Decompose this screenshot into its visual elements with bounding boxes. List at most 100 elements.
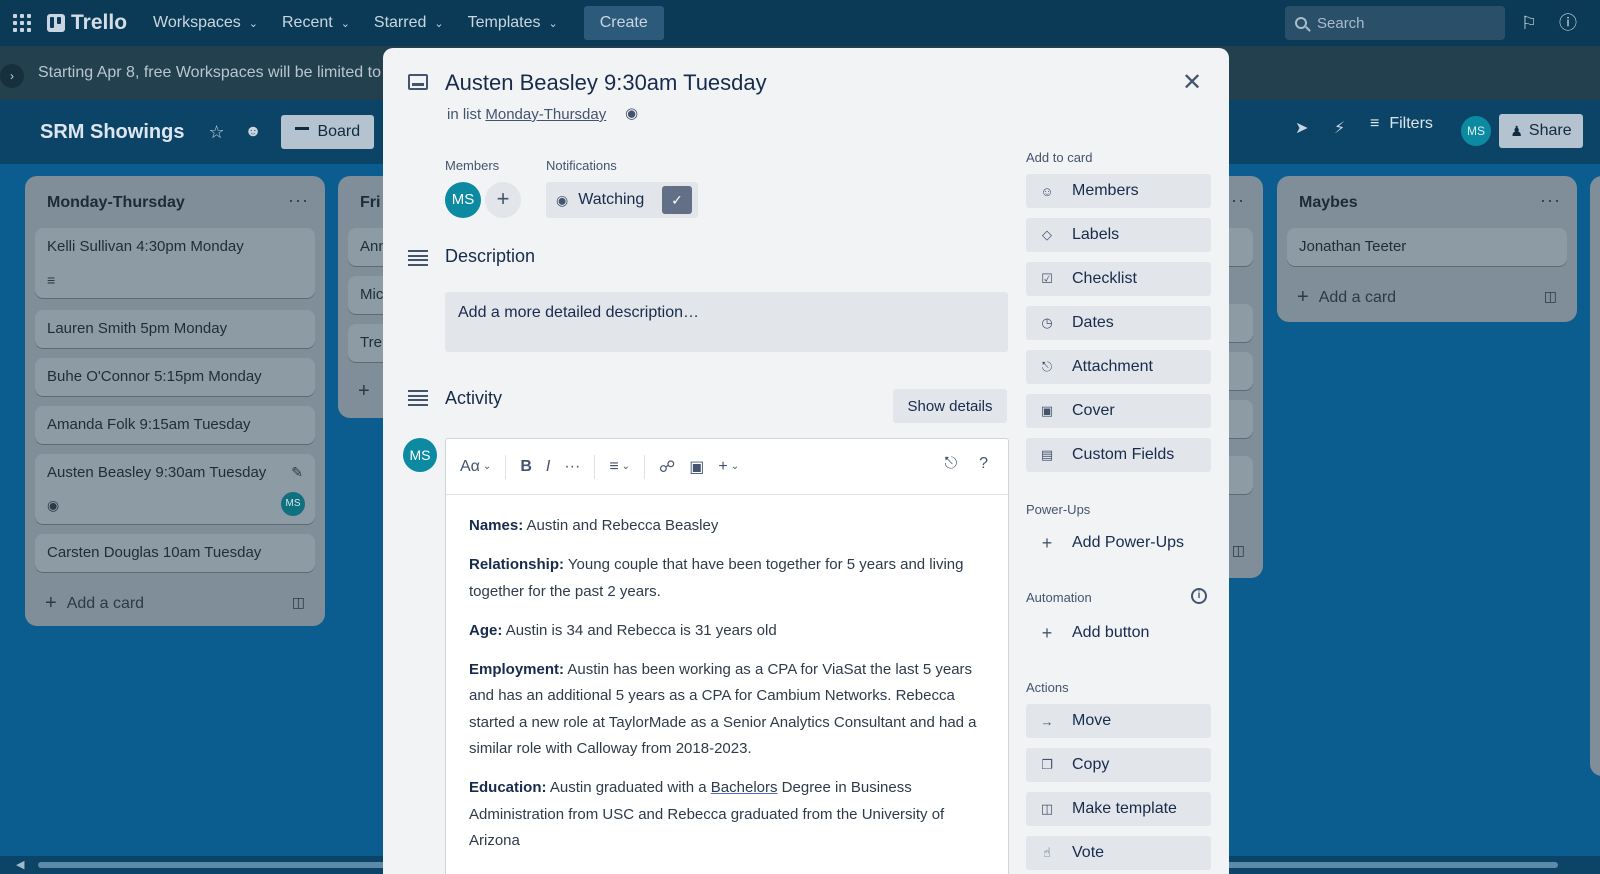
template-icon[interactable]: ◫	[292, 594, 305, 611]
arrow-right-icon: →	[1040, 713, 1054, 729]
card-title: Austen Beasley 9:30am Tuesday	[47, 464, 267, 481]
nav-starred[interactable]: Starred ⌄	[362, 7, 456, 39]
card-icon	[408, 74, 428, 90]
card[interactable]: Jonathan Teeter	[1287, 228, 1567, 266]
app-switcher-icon[interactable]	[13, 14, 31, 32]
nav-menu: Workspaces ⌄ Recent ⌄ Starred ⌄ Templates ⌄	[141, 7, 570, 39]
members-button[interactable]: ☺ Members	[1026, 174, 1211, 208]
button-label: Move	[1072, 712, 1112, 729]
list-title[interactable]: Monday-Thursday	[47, 194, 185, 212]
copy-button[interactable]: ❐ Copy	[1026, 748, 1211, 782]
nav-workspaces[interactable]: Workspaces ⌄	[141, 7, 270, 39]
close-icon[interactable]: ✕	[1177, 68, 1207, 98]
button-label: Labels	[1072, 226, 1120, 243]
show-details-button[interactable]: Show details	[893, 389, 1007, 423]
button-label: Add Power-Ups	[1072, 534, 1185, 551]
visibility-icon[interactable]: ☻	[245, 123, 262, 141]
checklist-button[interactable]: ☑ Checklist	[1026, 262, 1211, 296]
plus-icon: +	[1041, 532, 1053, 553]
share-button[interactable]: ♟ Share	[1499, 114, 1583, 148]
watch-button[interactable]: ◉ Watching ✓	[546, 182, 698, 218]
vote-button[interactable]: ☝ Vote	[1026, 836, 1211, 870]
sidebar-expand-icon[interactable]: ›	[0, 64, 24, 88]
board-title[interactable]: SRM Showings	[40, 121, 184, 144]
attachment-icon[interactable]: ⎋	[944, 455, 957, 473]
attachment-button[interactable]: ⎋ Attachment	[1026, 350, 1211, 384]
toolbar-right: ⎋ ?	[944, 455, 988, 473]
list-title[interactable]: Maybes	[1299, 194, 1358, 212]
field-label: Employment:	[469, 660, 565, 678]
add-card-button[interactable]: + Add a card	[45, 592, 144, 615]
insert-icon[interactable]: + ⌄	[718, 458, 739, 476]
board-view-icon	[295, 127, 310, 137]
board-member-avatar[interactable]: MS	[1461, 116, 1491, 146]
field-text: Austin graduated with a	[549, 779, 707, 796]
labels-button[interactable]: ◇ Labels	[1026, 218, 1211, 252]
info-icon[interactable]: i	[1191, 588, 1207, 604]
template-icon[interactable]: ◫	[1544, 288, 1557, 305]
text-style-button[interactable]: Aα ⌄	[460, 458, 491, 476]
add-power-ups-button[interactable]: + Add Power-Ups	[1026, 526, 1211, 560]
list-link[interactable]: Monday-Thursday	[485, 106, 606, 123]
button-label: Make template	[1072, 800, 1177, 817]
italic-icon[interactable]: I	[546, 458, 550, 476]
link-icon[interactable]: ☍	[659, 457, 675, 477]
card[interactable]: Kelli Sullivan 4:30pm Monday ≡	[35, 228, 315, 298]
board-view-button[interactable]: Board	[281, 115, 375, 149]
filters-button[interactable]: ≡ Filters	[1370, 115, 1433, 133]
cover-button[interactable]: ▣ Cover	[1026, 394, 1211, 428]
button-label: Dates	[1072, 314, 1114, 331]
nav-templates[interactable]: Templates ⌄	[456, 7, 570, 39]
more-icon[interactable]: ···	[1540, 190, 1561, 211]
star-icon[interactable]: ☆	[208, 122, 224, 143]
member-avatar[interactable]: MS	[445, 182, 481, 218]
rocket-icon[interactable]: ➤	[1295, 118, 1308, 138]
image-icon[interactable]: ▣	[689, 457, 704, 477]
nav-recent[interactable]: Recent ⌄	[270, 7, 362, 39]
edit-icon[interactable]: ✎	[291, 464, 303, 481]
more-icon[interactable]: ···	[288, 190, 309, 211]
search-icon	[1295, 17, 1307, 29]
card[interactable]: Amanda Folk 9:15am Tuesday	[35, 406, 315, 444]
misspelled-word[interactable]: Bachelors	[711, 779, 778, 796]
add-card-button[interactable]: +	[358, 380, 380, 403]
description-input[interactable]: Add a more detailed description…	[445, 292, 1008, 352]
custom-fields-button[interactable]: ▤ Custom Fields	[1026, 438, 1211, 472]
move-button[interactable]: → Move	[1026, 704, 1211, 738]
card-active[interactable]: Austen Beasley 9:30am Tuesday ✎ ◉ MS	[35, 454, 315, 524]
watching-eye-icon: ◉	[625, 105, 639, 122]
make-template-button[interactable]: ◫ Make template	[1026, 792, 1211, 826]
add-member-button[interactable]: +	[485, 182, 521, 218]
bold-icon[interactable]: B	[520, 458, 532, 476]
help-icon[interactable]: ⓘ	[1557, 12, 1579, 34]
editor-content[interactable]: Names: Austin and Rebecca Beasley Relati…	[446, 495, 1008, 855]
comment-editor[interactable]: Aα ⌄ B I ··· ≡ ⌄ ☍ ▣ + ⌄ ⎋ ? Names: Austin …	[445, 438, 1009, 874]
add-card-button[interactable]: + Add a card	[1297, 286, 1396, 309]
power-ups-label: Power-Ups	[1026, 502, 1091, 517]
automation-icon[interactable]: ⚡	[1334, 118, 1345, 138]
scroll-left-icon[interactable]: ◀	[16, 858, 24, 871]
button-label: Attachment	[1072, 358, 1153, 375]
trello-logo[interactable]: Trello	[47, 11, 127, 35]
notifications-icon[interactable]: ⚐	[1518, 12, 1540, 34]
checkbox-icon: ☑	[1041, 271, 1053, 286]
automation-label: Automation	[1026, 590, 1092, 605]
list-title[interactable]: Fri	[360, 194, 380, 212]
fields-icon: ▤	[1040, 447, 1054, 462]
field-text: Austin and Rebecca Beasley	[526, 517, 719, 534]
create-button[interactable]: Create	[583, 6, 664, 40]
template-icon[interactable]: ◫	[1232, 542, 1245, 559]
card-title[interactable]: Austen Beasley 9:30am Tuesday	[445, 70, 767, 96]
card-member-avatar: MS	[281, 492, 305, 516]
list-icon[interactable]: ≡ ⌄	[609, 458, 630, 476]
more-formatting-icon[interactable]: ···	[564, 458, 580, 476]
button-label: Cover	[1072, 402, 1115, 419]
card[interactable]: Lauren Smith 5pm Monday	[35, 310, 315, 348]
card[interactable]: Carsten Douglas 10am Tuesday	[35, 534, 315, 572]
help-icon[interactable]: ?	[979, 455, 988, 473]
card[interactable]: Buhe O'Connor 5:15pm Monday	[35, 358, 315, 396]
dates-button[interactable]: ◷ Dates	[1026, 306, 1211, 340]
search-input[interactable]: Search	[1285, 6, 1505, 40]
add-button-button[interactable]: + Add button	[1026, 616, 1211, 650]
button-label: Copy	[1072, 756, 1110, 773]
